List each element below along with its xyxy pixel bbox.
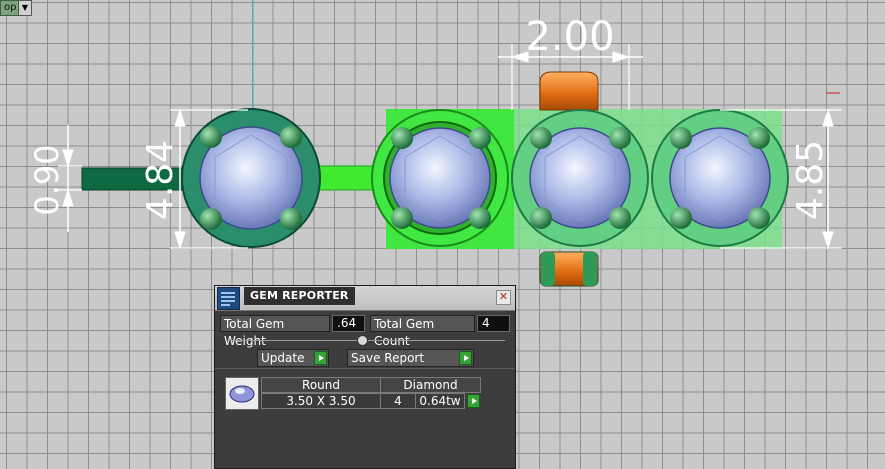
splitter-handle[interactable] — [357, 335, 368, 346]
gem-weight-cell: 0.64tw — [415, 393, 465, 409]
dimension-left-value: 4.84 — [140, 140, 181, 220]
close-icon[interactable]: ✕ — [496, 290, 511, 305]
save-report-button-label: Save Report — [351, 351, 425, 365]
total-gem-count-label: Total Gem Count — [370, 315, 475, 348]
dimension-right-value: 4.85 — [790, 140, 831, 220]
save-report-button[interactable]: Save Report — [347, 349, 474, 367]
gem-count-cell: 4 — [380, 393, 416, 409]
play-arrow-icon — [459, 351, 472, 365]
gem-shape-header: Round — [261, 377, 381, 393]
dimension-top-value: 2.00 — [525, 14, 614, 60]
update-button[interactable]: Update — [257, 349, 329, 367]
gem-list-table: Round Diamond 3.50 X 3.50 4 0.64tw — [225, 377, 481, 410]
gem-reporter-titlebar[interactable]: GEM REPORTER ✕ — [215, 286, 515, 311]
gem-setting-4[interactable] — [651, 109, 789, 247]
gem-row-play-arrow-icon[interactable] — [467, 394, 480, 408]
dimension-shank-value: 0.90 — [28, 144, 66, 215]
section-divider — [215, 368, 515, 369]
gem-material-header: Diamond — [380, 377, 481, 393]
gallery-rail-top[interactable] — [539, 71, 599, 111]
gem-setting-2[interactable] — [371, 109, 509, 247]
total-gem-weight-label: Total Gem Weight — [220, 315, 330, 348]
rail-cap-right — [583, 252, 597, 286]
play-arrow-icon — [314, 351, 327, 365]
gem-size-cell: 3.50 X 3.50 — [261, 393, 381, 409]
gem-setting-3[interactable] — [511, 109, 649, 247]
total-gem-weight-value[interactable]: .64 — [332, 315, 365, 332]
gem-reporter-title: GEM REPORTER — [244, 287, 355, 305]
total-gem-count-value[interactable]: 4 — [477, 315, 510, 332]
gem-thumbnail[interactable] — [225, 377, 259, 410]
connector-bar[interactable] — [317, 165, 375, 191]
viewport-menu-arrow-icon[interactable]: ▼ — [18, 0, 32, 16]
rail-cap-left — [541, 252, 555, 286]
gem-reporter-window[interactable]: GEM REPORTER ✕ Total Gem Weight .64 Tota… — [214, 285, 516, 469]
update-button-label: Update — [261, 351, 305, 365]
gem-setting-1[interactable] — [181, 108, 321, 248]
gem-reporter-app-icon — [217, 287, 240, 310]
